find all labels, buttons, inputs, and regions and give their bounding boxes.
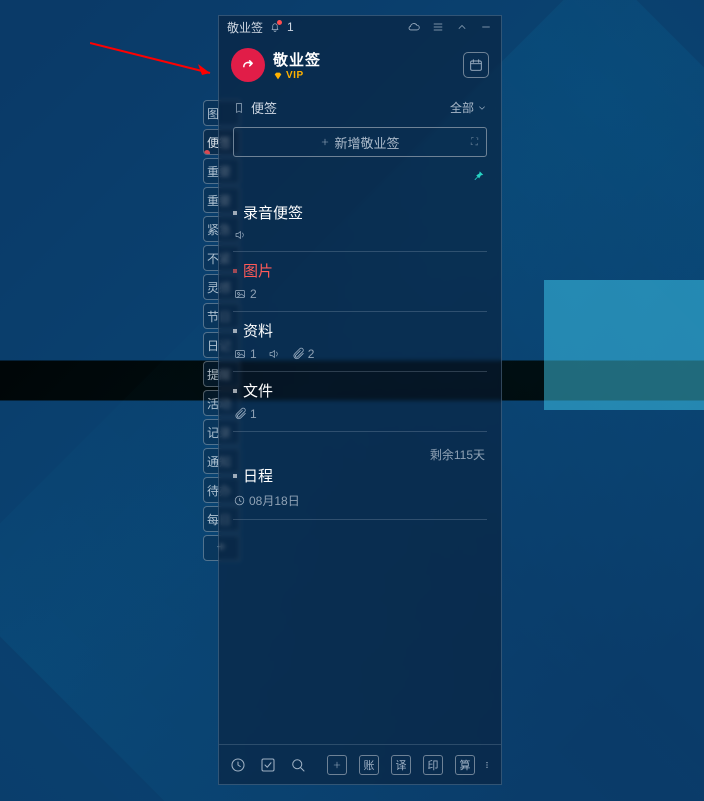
- titlebar-notif-count: 1: [287, 20, 294, 34]
- note-meta: [233, 229, 487, 241]
- sound-icon: [267, 348, 281, 360]
- note-meta: 2: [233, 287, 487, 301]
- note-title: 图片: [233, 260, 487, 281]
- add-note-button[interactable]: 新增敬业签 ⛶: [233, 127, 487, 157]
- footer-more-icon[interactable]: [483, 758, 491, 772]
- note-item[interactable]: 图片 2: [233, 252, 487, 312]
- calendar-button[interactable]: [463, 52, 489, 78]
- vip-label: VIP: [286, 70, 304, 81]
- note-title: 资料: [233, 320, 487, 341]
- note-meta: 1: [233, 407, 487, 421]
- note-meta: 12: [233, 347, 487, 361]
- note-item[interactable]: 录音便签: [233, 194, 487, 252]
- footer-print-button[interactable]: 印: [423, 755, 443, 775]
- search-icon[interactable]: [289, 756, 307, 774]
- expand-icon: ⛶: [471, 137, 478, 148]
- titlebar: 敬业签 1: [219, 16, 501, 38]
- pin-icon[interactable]: [471, 169, 485, 188]
- titlebar-app-name: 敬业签: [227, 19, 263, 36]
- app-logo[interactable]: [231, 48, 265, 82]
- note-item[interactable]: 剩余115天日程 08月18日: [233, 432, 487, 520]
- attach-icon: 2: [291, 347, 315, 361]
- footer-calc-button[interactable]: 算: [455, 755, 475, 775]
- add-note-label: 新增敬业签: [334, 133, 399, 152]
- note-item[interactable]: 文件 1: [233, 372, 487, 432]
- footer-bar: 账 译 印 算: [219, 744, 501, 784]
- app-window: 敬业签 1 敬业签: [218, 15, 502, 785]
- note-title: 文件: [233, 380, 487, 401]
- footer-add-button[interactable]: [327, 755, 347, 775]
- filter-bar: 便签 全部: [219, 90, 501, 123]
- sound-icon: [233, 229, 247, 241]
- cloud-sync-icon[interactable]: [407, 20, 421, 34]
- image-icon: 1: [233, 347, 257, 361]
- note-title: 日程: [233, 465, 487, 486]
- note-title: 录音便签: [233, 202, 487, 223]
- bell-icon[interactable]: [269, 21, 281, 33]
- image-icon: 2: [233, 287, 257, 301]
- footer-account-button[interactable]: 账: [359, 755, 379, 775]
- note-remaining: 剩余115天: [233, 440, 487, 465]
- brand-name: 敬业签: [273, 49, 321, 70]
- minimize-icon[interactable]: [479, 20, 493, 34]
- note-list: 录音便签图片2资料12文件1剩余115天日程08月18日: [219, 167, 501, 744]
- header: 敬业签 VIP: [219, 38, 501, 90]
- history-icon[interactable]: [229, 756, 247, 774]
- note-meta: 08月18日: [233, 492, 487, 509]
- attach-icon: 1: [233, 407, 257, 421]
- menu-icon[interactable]: [431, 20, 445, 34]
- filter-scope-label: 全部: [450, 99, 474, 116]
- filter-tab-label: 便签: [251, 98, 277, 117]
- note-item[interactable]: 资料12: [233, 312, 487, 372]
- checklist-icon[interactable]: [259, 756, 277, 774]
- footer-translate-button[interactable]: 译: [391, 755, 411, 775]
- filter-tab[interactable]: 便签: [233, 98, 277, 117]
- filter-scope[interactable]: 全部: [450, 99, 487, 116]
- collapse-icon[interactable]: [455, 20, 469, 34]
- clock-icon: 08月18日: [233, 492, 300, 509]
- vip-badge: VIP: [273, 70, 321, 81]
